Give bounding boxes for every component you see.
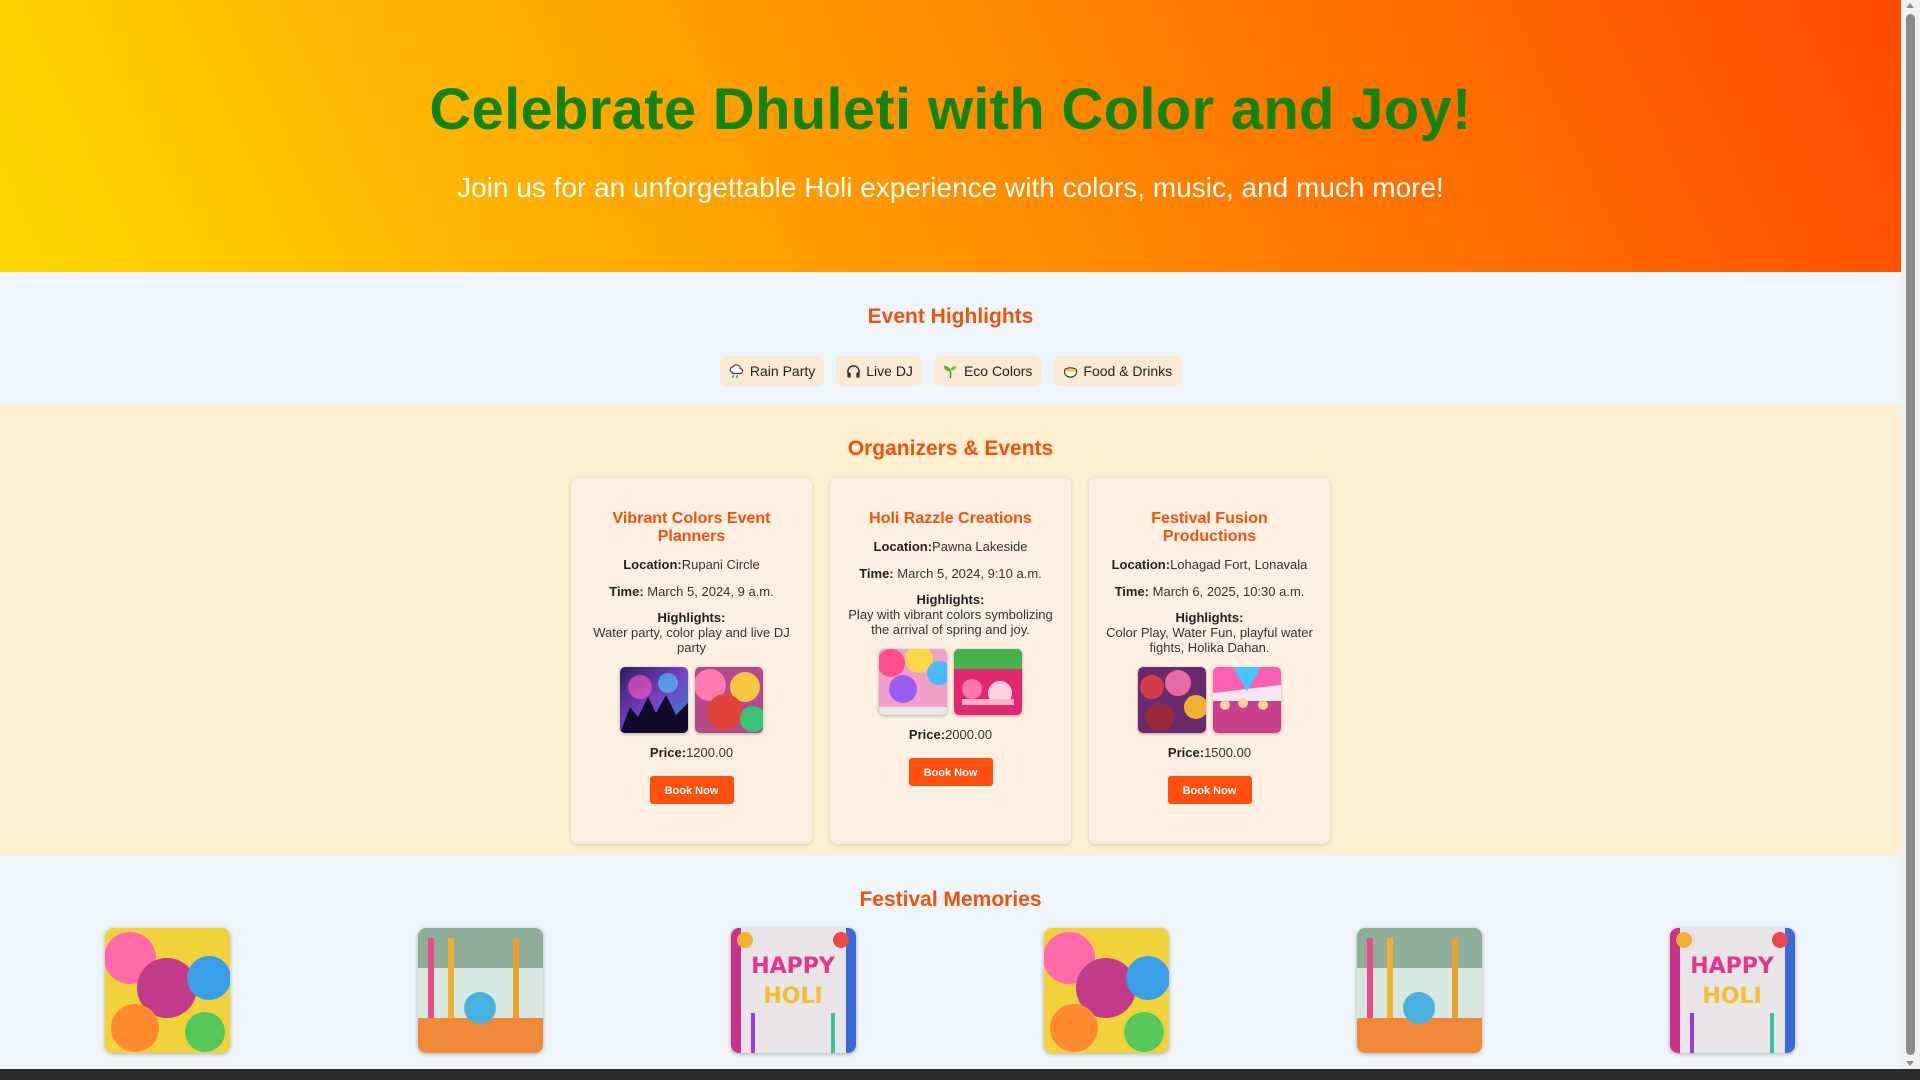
event-thumbnails <box>830 649 1071 715</box>
vertical-scrollbar[interactable] <box>1901 0 1920 1069</box>
memory-photo-decorations[interactable] <box>418 928 543 1053</box>
hero-subtitle: Join us for an unforgettable Holi experi… <box>457 172 1444 203</box>
highlight-chip-label: Food & Drinks <box>1083 363 1173 379</box>
window-bottom-edge <box>0 1069 1920 1080</box>
highlights-label: Highlights: <box>657 610 726 625</box>
event-time: Time: March 6, 2025, 10:30 a.m. <box>1089 583 1330 600</box>
event-location: Location:Lohagad Fort, Lonavala <box>1089 556 1330 573</box>
scroll-down-arrow-icon[interactable] <box>1906 1061 1914 1066</box>
book-now-button[interactable]: Book Now <box>649 776 734 804</box>
event-highlights-section: Event Highlights Rain Party Live DJ Eco … <box>0 272 1901 405</box>
organizer-card: Holi Razzle Creations Location:Pawna Lak… <box>830 478 1071 844</box>
svg-text:HAPPY: HAPPY <box>1690 954 1775 979</box>
highlights-label: Highlights: <box>916 592 985 607</box>
price-label: Price: <box>1167 745 1205 760</box>
headphones-icon <box>845 363 861 379</box>
book-now-button[interactable]: Book Now <box>908 758 993 786</box>
book-now-button[interactable]: Book Now <box>1167 776 1252 804</box>
price-value: 1500.00 <box>1204 745 1252 760</box>
memory-photo-decorations[interactable] <box>1357 928 1482 1053</box>
highlights-title: Event Highlights <box>867 305 1034 328</box>
time-value: March 5, 2024, 9:10 a.m. <box>897 566 1042 581</box>
event-photo-dancers[interactable] <box>1138 667 1206 733</box>
highlights-text: Water party, color play and live DJ part… <box>593 625 790 655</box>
event-price: Price:1500.00 <box>1089 745 1330 760</box>
memory-photo-happy-holi-sign[interactable]: HAPPY HOLI <box>731 928 856 1053</box>
highlight-chip-label: Eco Colors <box>963 363 1033 379</box>
time-value: March 5, 2024, 9 a.m. <box>647 584 774 599</box>
organizers-title: Organizers & Events <box>847 437 1054 460</box>
event-location: Location:Rupani Circle <box>571 556 812 573</box>
seedling-icon <box>943 363 959 379</box>
highlight-chip-rain-party: Rain Party <box>719 356 825 386</box>
highlights-label: Highlights: <box>1175 610 1244 625</box>
organizer-card: Vibrant Colors Event Planners Location:R… <box>571 478 812 844</box>
hero-banner: Celebrate Dhuleti with Color and Joy! Jo… <box>0 0 1901 272</box>
svg-text:HOLI: HOLI <box>763 984 822 1009</box>
highlights-text: Play with vibrant colors symbolizing the… <box>848 607 1053 637</box>
location-label: Location: <box>1111 557 1171 572</box>
rain-cloud-icon <box>729 363 745 379</box>
organizer-name: Festival Fusion Productions <box>1151 510 1268 545</box>
organizer-name: Holi Razzle Creations <box>869 510 1032 527</box>
highlight-chip-food-drinks: Food & Drinks <box>1053 356 1182 386</box>
memory-photo-kids-colors[interactable] <box>105 928 230 1053</box>
time-label: Time: <box>609 584 644 599</box>
memory-photo-kids-colors[interactable] <box>1044 928 1169 1053</box>
price-label: Price: <box>649 745 687 760</box>
price-value: 1200.00 <box>686 745 734 760</box>
time-label: Time: <box>859 566 894 581</box>
memory-photo-happy-holi-sign[interactable]: HAPPY HOLI <box>1670 928 1795 1053</box>
scrollbar-thumb[interactable] <box>1906 14 1915 1055</box>
page: Celebrate Dhuleti with Color and Joy! Jo… <box>0 0 1901 1069</box>
location-value: Rupani Circle <box>681 557 760 572</box>
highlight-chip-live-dj: Live DJ <box>836 356 922 386</box>
event-time: Time: March 5, 2024, 9:10 a.m. <box>830 565 1071 582</box>
hero-title: Celebrate Dhuleti with Color and Joy! <box>429 77 1472 142</box>
organizers-section: Organizers & Events Vibrant Colors Event… <box>0 405 1901 855</box>
price-value: 2000.00 <box>945 727 993 742</box>
event-photo-concert[interactable] <box>620 667 688 733</box>
time-value: March 6, 2025, 10:30 a.m. <box>1152 584 1305 599</box>
event-price: Price:2000.00 <box>830 727 1071 742</box>
location-value: Lohagad Fort, Lonavala <box>1170 557 1308 572</box>
highlights-text: Color Play, Water Fun, playful water fig… <box>1106 625 1313 655</box>
festival-memories-section: Festival Memories HAPPY HOLI HAPPY HOLI <box>0 855 1901 1069</box>
event-thumbnails <box>571 667 812 733</box>
price-label: Price: <box>908 727 946 742</box>
highlight-chip-eco-colors: Eco Colors <box>933 356 1042 386</box>
event-thumbnails <box>1089 667 1330 733</box>
organizer-name: Vibrant Colors Event Planners <box>612 510 771 545</box>
svg-text:HAPPY: HAPPY <box>751 954 836 979</box>
organizer-card: Festival Fusion Productions Location:Loh… <box>1089 478 1330 844</box>
highlight-chip-label: Rain Party <box>749 363 816 379</box>
memories-gallery: HAPPY HOLI HAPPY HOLI <box>105 928 1795 1053</box>
scroll-up-arrow-icon[interactable] <box>1906 3 1914 8</box>
event-photo-crowd[interactable] <box>879 649 947 715</box>
location-label: Location: <box>873 539 933 554</box>
highlight-chips: Rain Party Live DJ Eco Colors Food & Dri… <box>0 356 1901 386</box>
time-label: Time: <box>1114 584 1150 599</box>
highlight-chip-label: Live DJ <box>866 363 913 379</box>
location-value: Pawna Lakeside <box>932 539 1028 554</box>
memories-title: Festival Memories <box>859 888 1042 911</box>
svg-text:HOLI: HOLI <box>1702 984 1761 1009</box>
location-label: Location: <box>623 557 682 572</box>
event-photo-colors[interactable] <box>695 667 763 733</box>
event-photo-decor[interactable] <box>954 649 1022 715</box>
food-bowl-icon <box>1062 363 1078 379</box>
event-location: Location:Pawna Lakeside <box>830 538 1071 555</box>
event-price: Price:1200.00 <box>571 745 812 760</box>
event-photo-festival-crowd[interactable] <box>1213 667 1281 733</box>
event-time: Time: March 5, 2024, 9 a.m. <box>571 583 812 600</box>
organizer-cards: Vibrant Colors Event Planners Location:R… <box>571 478 1330 844</box>
